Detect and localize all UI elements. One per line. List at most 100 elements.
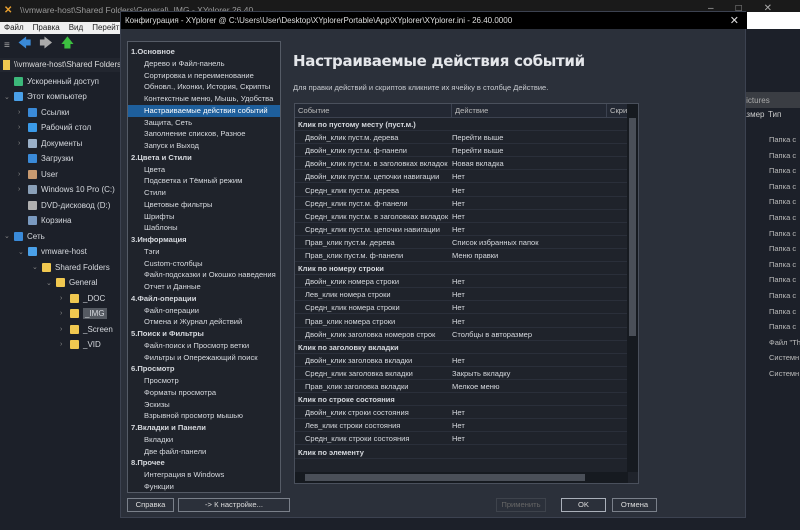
table-row[interactable]: Двойн_клик заголовка номеров строк Столбц… [295, 328, 628, 341]
nav-item[interactable]: Две файл-панели [128, 446, 280, 458]
tree-node[interactable]: Загрузки [18, 152, 73, 166]
horizontal-scrollbar[interactable] [295, 472, 628, 483]
action-cell[interactable]: Нет [452, 406, 465, 419]
nav-item[interactable]: Интеграция в Windows [128, 469, 280, 481]
forward-icon[interactable]: 🡆 [39, 34, 52, 56]
action-cell[interactable]: Нет [452, 419, 465, 432]
tree-node[interactable]: Ускоренный доступ [4, 74, 99, 88]
action-cell[interactable]: Закрыть вкладку [452, 367, 510, 380]
nav-category[interactable]: 5.Поиск и Фильтры [128, 328, 280, 340]
nav-item[interactable]: Подсветка и Тёмный режим [128, 175, 280, 187]
tree-node[interactable]: ⌄ Shared Folders [32, 260, 110, 274]
nav-item[interactable]: Обновл., Иконки, История, Скрипты [128, 81, 280, 93]
nav-item[interactable]: Шаблоны [128, 222, 280, 234]
action-cell[interactable]: Столбцы в авторазмер [452, 328, 532, 341]
action-cell[interactable]: Мелкое меню [452, 380, 500, 393]
table-row[interactable]: Двойн_клик пуст.м. ф-панели Перейти выше [295, 144, 628, 158]
up-icon[interactable]: 🡅 [61, 34, 74, 56]
nav-category[interactable]: 1.Основное [128, 46, 280, 58]
nav-item[interactable]: Настраиваемые действия событий [128, 104, 280, 117]
nav-item[interactable]: Тэги [128, 246, 280, 258]
tree-node[interactable]: ⌄ General [46, 276, 97, 290]
tree-node[interactable]: › _DOC [60, 291, 105, 305]
action-cell[interactable]: Нет [452, 170, 465, 183]
chevron-icon[interactable]: ⌄ [18, 248, 24, 256]
table-row[interactable]: Прав_клик пуст.м. дерева Список избранных… [295, 236, 628, 249]
chevron-icon[interactable]: › [18, 171, 24, 178]
scrollbar-thumb[interactable] [629, 118, 636, 336]
action-cell[interactable]: Нет [452, 184, 465, 197]
nav-category[interactable]: 2.Цвета и Стили [128, 152, 280, 164]
nav-item[interactable]: Фильтры и Опережающий поиск [128, 352, 280, 364]
cancel-button[interactable]: Отмена [612, 498, 657, 512]
tree-node[interactable]: Корзина [18, 214, 71, 228]
table-row[interactable]: Двойн_клик пуст.м. цепочки навигации Нет [295, 170, 628, 184]
nav-item[interactable]: Custom-столбцы [128, 258, 280, 270]
nav-item[interactable]: Взрывной просмотр мышью [128, 410, 280, 422]
ok-button[interactable]: OK [561, 498, 606, 512]
nav-item[interactable]: Цвета [128, 164, 280, 176]
apply-button[interactable]: Применить [496, 498, 546, 512]
nav-item[interactable]: Вкладки [128, 434, 280, 446]
action-cell[interactable]: Нет [452, 354, 465, 367]
table-group-row[interactable]: Клик по заголовку вкладки [295, 341, 628, 354]
nav-category[interactable]: 4.Файл-операции [128, 293, 280, 305]
action-cell[interactable]: Нет [452, 432, 465, 445]
tree-node[interactable]: › Ссылки [18, 105, 69, 119]
table-row[interactable]: Двойн_клик заголовка вкладки Нет [295, 354, 628, 367]
nav-item[interactable]: Заполнение списков, Разное [128, 128, 280, 140]
chevron-icon[interactable]: ⌄ [32, 263, 38, 271]
nav-category[interactable]: 6.Просмотр [128, 363, 280, 375]
table-row[interactable]: Двойн_клик номера строки Нет [295, 275, 628, 289]
column-header-event[interactable]: Событие [295, 104, 452, 118]
chevron-icon[interactable]: › [18, 140, 24, 147]
chevron-icon[interactable]: ⌄ [46, 279, 52, 287]
table-group-row[interactable]: Клик по элементу [295, 446, 628, 459]
scrollbar-thumb[interactable] [305, 474, 585, 481]
nav-item[interactable]: Защита, Сеть [128, 117, 280, 129]
table-group-row[interactable]: Клик по пустому месту (пуст.м.) [295, 118, 628, 131]
chevron-icon[interactable]: › [60, 310, 66, 317]
menu-item[interactable]: Вид [69, 23, 83, 33]
tree-node[interactable]: › _IMG [60, 307, 107, 321]
tree-node[interactable]: › User [18, 167, 58, 181]
help-button[interactable]: Справка [127, 498, 174, 512]
table-row[interactable]: Прав_клик пуст.м. ф-панели Меню правки [295, 249, 628, 262]
nav-item[interactable]: Сортировка и переименование [128, 70, 280, 82]
nav-item[interactable]: Функции [128, 481, 280, 493]
nav-category[interactable]: 3.Информация [128, 234, 280, 246]
menu-icon[interactable]: ≡ [4, 40, 10, 51]
nav-item[interactable]: Цветовые фильтры [128, 199, 280, 211]
action-cell[interactable]: Меню правки [452, 249, 498, 262]
action-cell[interactable]: Нет [452, 301, 465, 314]
table-row[interactable]: Средн_клик номера строки Нет [295, 301, 628, 315]
action-cell[interactable]: Нет [452, 315, 465, 328]
nav-item[interactable]: Файл-поиск и Просмотр ветки [128, 340, 280, 352]
tree-node[interactable]: › Рабочий стол [18, 121, 91, 135]
action-cell[interactable]: Нет [452, 275, 465, 288]
chevron-icon[interactable]: ⌄ [4, 232, 10, 240]
chevron-icon[interactable]: › [18, 186, 24, 193]
action-cell[interactable]: Нет [452, 197, 465, 210]
tree-node[interactable]: › _VID [60, 338, 101, 352]
chevron-icon[interactable]: › [18, 109, 24, 116]
menu-item[interactable]: Файл [4, 23, 24, 33]
close-icon[interactable]: ✕ [730, 14, 739, 27]
nav-item[interactable]: Эскизы [128, 399, 280, 411]
nav-item[interactable]: Просмотр [128, 375, 280, 387]
action-cell[interactable]: Перейти выше [452, 144, 503, 157]
nav-item[interactable]: Стили [128, 187, 280, 199]
chevron-icon[interactable]: ⌄ [4, 93, 10, 101]
nav-category[interactable]: 8.Прочее [128, 457, 280, 469]
chevron-icon[interactable]: › [60, 341, 66, 348]
table-group-row[interactable]: Клик по номеру строки [295, 262, 628, 276]
action-cell[interactable]: Нет [452, 210, 465, 223]
chevron-icon[interactable]: › [60, 326, 66, 333]
menu-item[interactable]: Правка [33, 23, 60, 33]
tree-node[interactable]: ⌄ Этот компьютер [4, 90, 87, 104]
tree-node[interactable]: ⌄ Сеть [4, 229, 45, 243]
table-row[interactable]: Средн_клик пуст.м. дерева Нет [295, 184, 628, 197]
action-cell[interactable]: Новая вкладка [452, 157, 504, 170]
address-bar[interactable]: \\vmware-host\Shared Folders\General\_IM… [0, 58, 120, 72]
table-row[interactable]: Средн_клик пуст.м. ф-панели Нет [295, 197, 628, 210]
